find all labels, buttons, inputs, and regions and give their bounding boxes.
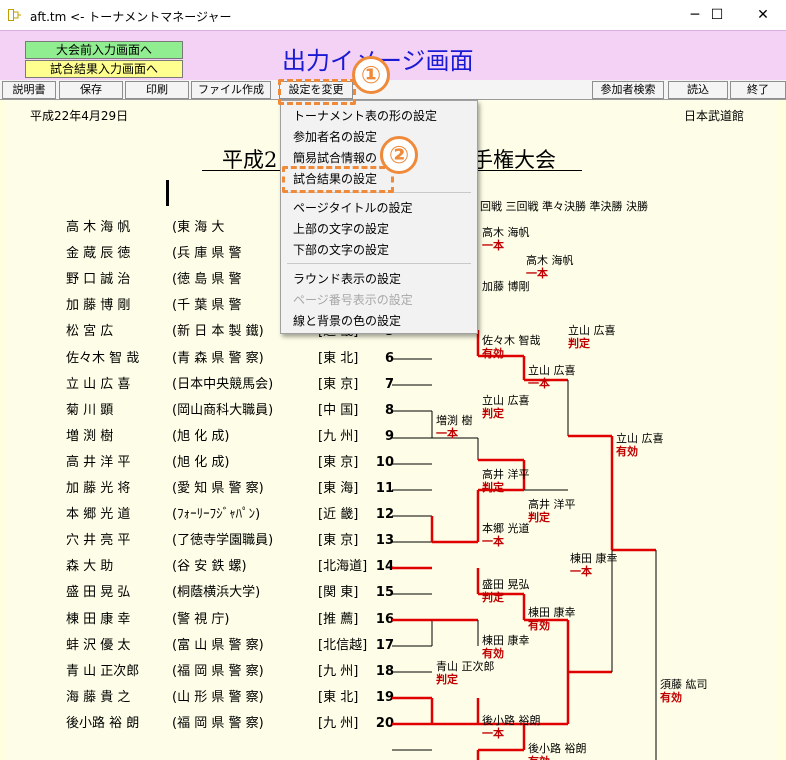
menu-item-line-bg-color[interactable]: 線と背景の色の設定 bbox=[293, 312, 401, 329]
save-button[interactable]: 保存 bbox=[59, 81, 123, 99]
menu-separator bbox=[287, 263, 471, 264]
bracket-result-label: 有効 bbox=[660, 691, 682, 704]
bracket-result-label: 有効 bbox=[616, 445, 638, 458]
callout-highlight-match-result bbox=[282, 166, 394, 193]
settings-menu: トーナメント表の形の設定 参加者名の設定 簡易試合情報の 試合結果の設定 ページ… bbox=[280, 100, 478, 334]
bracket-result-label: 判定 bbox=[568, 337, 590, 350]
callout-number-two: ② bbox=[380, 136, 418, 174]
bracket-result-label: 一本 bbox=[482, 535, 504, 548]
callout-highlight-change-settings bbox=[278, 79, 356, 105]
header-area: 大会前入力画面へ 試合結果入力画面へ 出力イメージ画面 bbox=[0, 30, 786, 81]
load-button[interactable]: 読込 bbox=[668, 81, 728, 99]
manual-button[interactable]: 説明書 bbox=[2, 81, 56, 99]
menu-item-round-display[interactable]: ラウンド表示の設定 bbox=[293, 270, 401, 287]
bracket-result-label: 判定 bbox=[482, 481, 504, 494]
participant-search-button[interactable]: 参加者検索 bbox=[592, 81, 664, 99]
bracket-result-label: 判定 bbox=[528, 511, 550, 524]
window-title: aft.tm <- トーナメントマネージャー bbox=[30, 10, 232, 24]
bracket-result-label: 一本 bbox=[482, 239, 504, 252]
app-icon bbox=[8, 9, 21, 21]
print-button[interactable]: 印刷 bbox=[125, 81, 189, 99]
title-bar: aft.tm <- トーナメントマネージャー ─ ☐ ✕ bbox=[0, 0, 786, 30]
bracket-winner-name: 加藤 博剛 bbox=[482, 280, 530, 293]
menu-item-bottom-text[interactable]: 下部の文字の設定 bbox=[293, 241, 389, 258]
bracket-result-label: 有効 bbox=[528, 753, 550, 760]
file-create-button[interactable]: ファイル作成 bbox=[191, 81, 271, 99]
bracket-result-label: 判定 bbox=[482, 407, 504, 420]
menu-item-page-number-disabled: ページ番号表示の設定 bbox=[293, 293, 413, 307]
bracket-result-label: 一本 bbox=[528, 377, 550, 390]
bracket-result-label: 一本 bbox=[570, 565, 592, 578]
menu-item-page-title[interactable]: ページタイトルの設定 bbox=[293, 199, 413, 216]
callout-number-one: ① bbox=[352, 56, 390, 94]
bracket-result-label: 一本 bbox=[436, 427, 458, 440]
menu-item-simple-match-info[interactable]: 簡易試合情報の bbox=[293, 149, 377, 166]
menu-item-participant-name[interactable]: 参加者名の設定 bbox=[293, 128, 377, 145]
menu-item-top-text[interactable]: 上部の文字の設定 bbox=[293, 220, 389, 237]
bracket-result-label: 一本 bbox=[482, 727, 504, 740]
bracket-result-label: 有効 bbox=[482, 347, 504, 360]
match-result-input-button[interactable]: 試合結果入力画面へ bbox=[25, 60, 183, 78]
pre-tournament-input-button[interactable]: 大会前入力画面へ bbox=[25, 41, 183, 59]
toolbar: 説明書 保存 印刷 ファイル作成 設定を変更 参加者検索 読込 終了 bbox=[0, 80, 786, 100]
maximize-button[interactable]: ☐ bbox=[694, 0, 740, 30]
close-button[interactable]: ✕ bbox=[740, 0, 786, 30]
bracket-result-label: 判定 bbox=[482, 591, 504, 604]
exit-button[interactable]: 終了 bbox=[730, 81, 786, 99]
bracket-result-label: 有効 bbox=[528, 619, 550, 632]
bracket-result-label: 判定 bbox=[436, 673, 458, 686]
menu-item-bracket-shape[interactable]: トーナメント表の形の設定 bbox=[293, 107, 437, 124]
